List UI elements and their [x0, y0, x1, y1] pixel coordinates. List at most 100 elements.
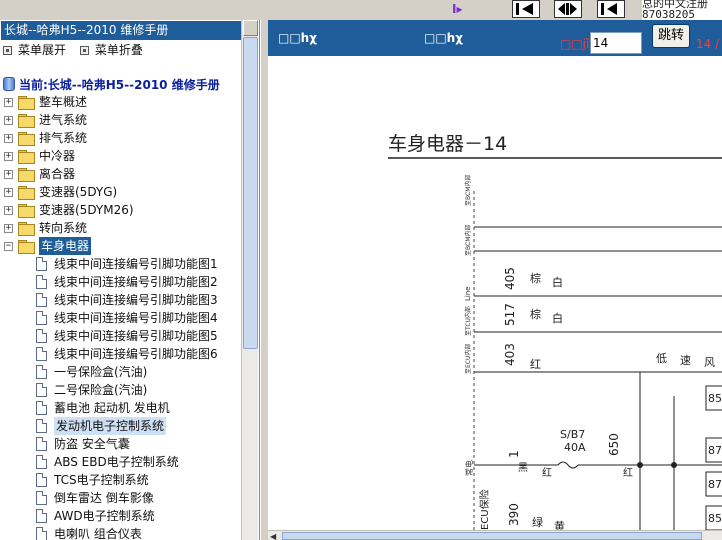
page-count: 14 / 4 [696, 37, 722, 51]
tree-page-item[interactable]: 发动机电子控制系统 [0, 417, 242, 435]
color-brown-2: 棕 [530, 307, 541, 321]
page-number-input[interactable] [590, 32, 642, 54]
tree-page-item[interactable]: 线束中间连接编号引脚功能图6 [0, 345, 242, 363]
expand-icon [3, 45, 12, 55]
tree-page-item[interactable]: 二号保险盒(汽油) [0, 381, 242, 399]
tree-page-item[interactable]: 电喇叭 组合仪表 [0, 525, 242, 540]
color-green: 绿 [532, 515, 543, 529]
menu-collapse-button[interactable]: 菜单折叠 [79, 42, 143, 58]
caption-line: Line [464, 286, 472, 301]
expand-toggle-icon[interactable]: + [4, 223, 13, 233]
tree-page-item[interactable]: 倒车雷达 倒车影像 [0, 489, 242, 507]
tree-folder-label: 中冷器 [39, 149, 76, 163]
page-icon [36, 275, 47, 289]
tree-page-item[interactable]: 线束中间连接编号引脚功能图5 [0, 327, 242, 345]
expand-toggle-icon[interactable]: + [4, 97, 13, 107]
expand-toggle-icon[interactable]: + [4, 205, 13, 215]
jump-button[interactable]: 跳转 [652, 24, 690, 48]
page-icon [36, 527, 47, 540]
collapse-toggle-icon[interactable]: − [4, 241, 13, 251]
text-wind: 风 [704, 356, 715, 369]
expand-toggle-icon[interactable]: + [4, 187, 13, 197]
menu-row: 菜单展开 菜单折叠 [3, 42, 153, 58]
tree-folder-label: 变速器(5DYM26) [39, 203, 134, 217]
tree-folder[interactable]: + 变速器(5DYM26) [0, 201, 242, 219]
page-icon [36, 437, 47, 451]
scroll-thumb[interactable] [243, 37, 258, 349]
relay-pin-87a: 87 [708, 444, 722, 457]
horizontal-scrollbar[interactable]: ◀ [268, 530, 722, 540]
tab-2[interactable]: □□hχ [424, 31, 463, 45]
registration-info: 总的中文注册 87038205 [642, 0, 722, 20]
tree-page-item[interactable]: 防盗 安全气囊 [0, 435, 242, 453]
tree-folder[interactable]: + 排气系统 [0, 129, 242, 147]
wire-403: 403 [503, 343, 517, 366]
tree-page-item[interactable]: 蓄电池 起动机 发电机 [0, 399, 242, 417]
tree-page-item[interactable]: TCS电子控制系统 [0, 471, 242, 489]
expand-toggle-icon[interactable]: + [4, 151, 13, 161]
fuse-rating: 40A [564, 441, 586, 454]
tree-page-label: TCS电子控制系统 [54, 473, 149, 487]
tree-page-label: 电喇叭 组合仪表 [54, 527, 142, 540]
tree-folder[interactable]: + 变速器(5DYG) [0, 183, 242, 201]
color-yellow: 黄 [554, 519, 565, 530]
sidebar-title: 长城--哈弗H5--2010 维修手册 [1, 21, 241, 40]
expand-toggle-icon[interactable]: + [4, 133, 13, 143]
tree-folder[interactable]: − 车身电器 [0, 237, 242, 255]
horizontal-thumb[interactable] [282, 532, 702, 540]
tree-page-label: AWD电子控制系统 [54, 509, 155, 523]
expand-toggle-icon[interactable]: + [4, 169, 13, 179]
tree-page-label: 线束中间连接编号引脚功能图3 [54, 293, 218, 307]
color-brown-1: 棕 [530, 271, 541, 285]
page-icon [36, 491, 47, 505]
tree-page-label: 防盗 安全气囊 [54, 437, 130, 451]
scroll-up-arrow[interactable] [243, 20, 258, 36]
wire-390: 390 [507, 503, 521, 526]
tree-folder[interactable]: + 转向系统 [0, 219, 242, 237]
fuse-name: S/B7 [560, 428, 585, 441]
caption-battery: 常电 [464, 460, 474, 476]
prev-page-button[interactable] [512, 0, 540, 18]
tree-page-item[interactable]: 线束中间连接编号引脚功能图2 [0, 273, 242, 291]
page-icon [36, 383, 47, 397]
menu-collapse-label: 菜单折叠 [94, 43, 143, 57]
tree-page-label: 线束中间连接编号引脚功能图6 [54, 347, 218, 361]
tree-page-item[interactable]: 线束中间连接编号引脚功能图4 [0, 309, 242, 327]
tree-page-item[interactable]: 线束中间连接编号引脚功能图1 [0, 255, 242, 273]
caption-bcm-1: 至BCM内部 [464, 175, 472, 206]
page-icon [36, 455, 47, 469]
scroll-left-arrow[interactable]: ◀ [270, 532, 276, 540]
sidebar: 长城--哈弗H5--2010 维修手册 菜单展开 菜单折叠 当前:长城--哈弗H… [0, 20, 260, 540]
tree-page-item[interactable]: ABS EBD电子控制系统 [0, 453, 242, 471]
tree-folder-label: 进气系统 [39, 113, 88, 127]
tree-page-label: 线束中间连接编号引脚功能图1 [54, 257, 218, 271]
tree-page-item[interactable]: 线束中间连接编号引脚功能图3 [0, 291, 242, 309]
page-icon [36, 365, 47, 379]
page-icon [36, 473, 47, 487]
relay-pin-87b: 87 [708, 478, 722, 491]
tree-folder-label: 转向系统 [39, 221, 88, 235]
tree-folder[interactable]: + 进气系统 [0, 111, 242, 129]
tab-1[interactable]: □□hχ [278, 31, 317, 45]
folder-icon [18, 96, 35, 110]
tree-folder[interactable]: + 整车概述 [0, 93, 242, 111]
document-page: 车身电器－14 至BCM内部 至BCM内部 Line 至TCU内部 至ECU内部… [268, 56, 722, 530]
tree-root-label: 当前:长城--哈弗H5--2010 维修手册 [19, 77, 220, 92]
folder-icon [18, 240, 35, 254]
folder-icon [18, 186, 35, 200]
caption-ecu: 至ECU内部 [464, 344, 472, 374]
sidebar-scrollbar[interactable] [241, 20, 258, 540]
text-low: 低 [656, 352, 667, 365]
tree-root[interactable]: 当前:长城--哈弗H5--2010 维修手册 [0, 75, 242, 93]
tree-folder[interactable]: + 离合器 [0, 165, 242, 183]
caption-tcu: 至TCU内部 [464, 306, 472, 336]
tree-folder-label: 车身电器 [39, 237, 92, 255]
menu-expand-button[interactable]: 菜单展开 [3, 42, 66, 58]
page-icon [36, 419, 47, 433]
first-page-button[interactable] [554, 0, 582, 18]
tree-page-item[interactable]: 一号保险盒(汽油) [0, 363, 242, 381]
expand-toggle-icon[interactable]: + [4, 115, 13, 125]
next-page-button[interactable] [597, 0, 625, 18]
tree-folder[interactable]: + 中冷器 [0, 147, 242, 165]
tree-page-item[interactable]: AWD电子控制系统 [0, 507, 242, 525]
